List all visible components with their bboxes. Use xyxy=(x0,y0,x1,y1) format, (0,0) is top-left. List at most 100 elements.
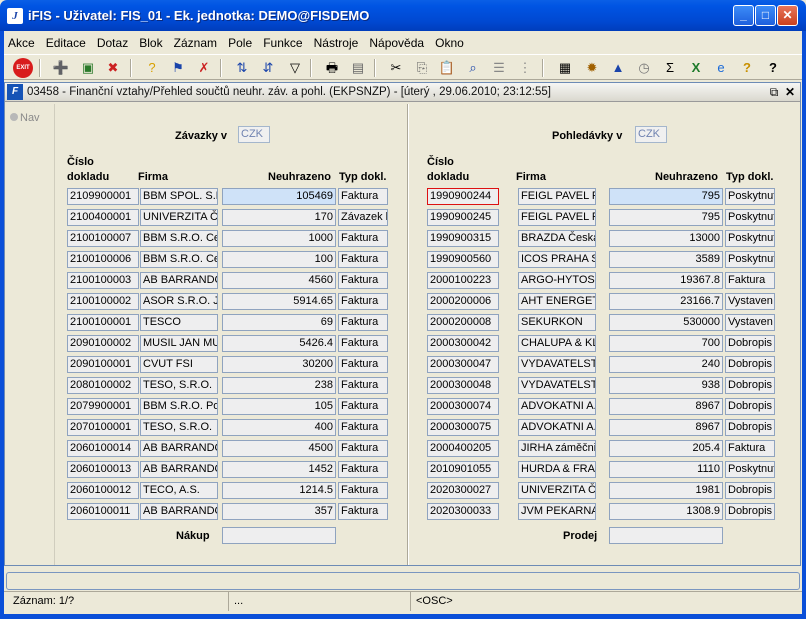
zavazky-cislo-field[interactable]: 2100100001 xyxy=(67,314,139,331)
pohledavky-firma-field[interactable]: AHT ENERGETIKA xyxy=(518,293,596,310)
print-preview-icon[interactable]: ▤ xyxy=(348,58,368,78)
pohledavky-neuhrazeno-field[interactable]: 23166.7 xyxy=(609,293,723,310)
triangle-icon[interactable]: ▲ xyxy=(608,58,628,78)
pohledavky-typ-field[interactable]: Dobropis xyxy=(725,419,775,436)
pohledavky-cislo-field[interactable]: 1990900315 xyxy=(427,230,499,247)
minimize-button[interactable]: _ xyxy=(733,5,754,26)
pohledavky-neuhrazeno-field[interactable]: 1981 xyxy=(609,482,723,499)
menu-dotaz[interactable]: Dotaz xyxy=(93,33,132,50)
pohledavky-typ-field[interactable]: Poskytnut xyxy=(725,251,775,268)
pohledavky-typ-field[interactable]: Dobropis xyxy=(725,356,775,373)
menu-pole[interactable]: Pole xyxy=(224,33,256,50)
pohledavky-firma-field[interactable]: JIRHA záměčnick xyxy=(518,440,596,457)
menu-okno[interactable]: Okno xyxy=(431,33,468,50)
zavazky-cislo-field[interactable]: 2070100001 xyxy=(67,419,139,436)
pohledavky-neuhrazeno-field[interactable]: 205.4 xyxy=(609,440,723,457)
menu-editace[interactable]: Editace xyxy=(42,33,90,50)
pohledavky-firma-field[interactable]: ICOS PRAHA S.R xyxy=(518,251,596,268)
browser-icon[interactable]: e xyxy=(711,58,731,78)
zavazky-cislo-field[interactable]: 2100100002 xyxy=(67,293,139,310)
help-about-icon[interactable]: ? xyxy=(737,58,757,78)
excel-icon[interactable]: X xyxy=(686,58,706,78)
pohledavky-typ-field[interactable]: Faktura xyxy=(725,272,775,289)
pohledavky-typ-field[interactable]: Poskytnut xyxy=(725,230,775,247)
pohledavky-typ-field[interactable]: Dobropis xyxy=(725,335,775,352)
zavazky-cislo-field[interactable]: 2109900001 xyxy=(67,188,139,205)
pohledavky-firma-field[interactable]: ADVOKATNI A.D. xyxy=(518,419,596,436)
pohledavky-typ-field[interactable]: Poskytnut xyxy=(725,461,775,478)
zavazky-typ-field[interactable]: Faktura xyxy=(338,272,388,289)
horizontal-scrollbar[interactable] xyxy=(6,572,800,590)
zavazky-cislo-field[interactable]: 2100100003 xyxy=(67,272,139,289)
pohledavky-total-field[interactable] xyxy=(609,527,723,544)
pohledavky-firma-field[interactable]: VYDAVATELSTV xyxy=(518,377,596,394)
zavazky-firma-field[interactable]: AB BARRANDO xyxy=(140,272,218,289)
zavazky-typ-field[interactable]: Faktura xyxy=(338,356,388,373)
zavazky-cislo-field[interactable]: 2060100011 xyxy=(67,503,139,520)
pohledavky-firma-field[interactable]: HURDA & FRANK xyxy=(518,461,596,478)
save-record-icon[interactable]: ▣ xyxy=(78,58,98,78)
exit-icon[interactable]: EXIT xyxy=(13,58,33,78)
zavazky-typ-field[interactable]: Faktura xyxy=(338,419,388,436)
pohledavky-neuhrazeno-field[interactable]: 8967 xyxy=(609,398,723,415)
pohledavky-typ-field[interactable]: Vystaven xyxy=(725,293,775,310)
pohledavky-firma-field[interactable]: FEIGL PAVEL PHI xyxy=(518,209,596,226)
zavazky-typ-field[interactable]: Závazek k xyxy=(338,209,388,226)
pohledavky-neuhrazeno-field[interactable]: 795 xyxy=(609,209,723,226)
zavazky-neuhrazeno-field[interactable]: 1452 xyxy=(222,461,336,478)
pohledavky-neuhrazeno-field[interactable]: 13000 xyxy=(609,230,723,247)
pohledavky-cislo-field[interactable]: 2000200008 xyxy=(427,314,499,331)
pohledavky-firma-field[interactable]: BRAZDA Česká s xyxy=(518,230,596,247)
zavazky-neuhrazeno-field[interactable]: 100 xyxy=(222,251,336,268)
pohledavky-cislo-field[interactable]: 2010901055 xyxy=(427,461,499,478)
zavazky-typ-field[interactable]: Faktura xyxy=(338,503,388,520)
zavazky-typ-field[interactable]: Faktura xyxy=(338,314,388,331)
paste-icon[interactable]: 📋 xyxy=(437,58,457,78)
filter-icon[interactable]: ▽ xyxy=(285,58,305,78)
pohledavky-neuhrazeno-field[interactable]: 1110 xyxy=(609,461,723,478)
clock-icon[interactable]: ◷ xyxy=(634,58,654,78)
pohledavky-cislo-field[interactable]: 2020300033 xyxy=(427,503,499,520)
pohledavky-cislo-field[interactable]: 2000300048 xyxy=(427,377,499,394)
pohledavky-cislo-field[interactable]: 2000300074 xyxy=(427,398,499,415)
menu-nastroje[interactable]: Nástroje xyxy=(310,33,363,50)
execute-query-icon[interactable]: ⚑ xyxy=(168,58,188,78)
cancel-query-icon[interactable]: ✗ xyxy=(194,58,214,78)
enter-query-icon[interactable]: ? xyxy=(142,58,162,78)
zavazky-neuhrazeno-field[interactable]: 4500 xyxy=(222,440,336,457)
delete-record-icon[interactable]: ✖ xyxy=(103,58,123,78)
zavazky-neuhrazeno-field[interactable]: 238 xyxy=(222,377,336,394)
zavazky-cislo-field[interactable]: 2100400001 xyxy=(67,209,139,226)
zavazky-cislo-field[interactable]: 2100100007 xyxy=(67,230,139,247)
menu-napoveda[interactable]: Nápověda xyxy=(365,33,428,50)
zavazky-typ-field[interactable]: Faktura xyxy=(338,482,388,499)
pohledavky-firma-field[interactable]: FEIGL PAVEL PHI xyxy=(518,188,596,205)
pohledavky-typ-field[interactable]: Faktura xyxy=(725,440,775,457)
close-button[interactable]: ✕ xyxy=(777,5,798,26)
zavazky-neuhrazeno-field[interactable]: 105 xyxy=(222,398,336,415)
zavazky-firma-field[interactable]: MUSIL JAN MUD xyxy=(140,335,218,352)
menu-akce[interactable]: Akce xyxy=(4,33,39,50)
zavazky-typ-field[interactable]: Faktura xyxy=(338,251,388,268)
zavazky-typ-field[interactable]: Faktura xyxy=(338,398,388,415)
pohledavky-cislo-field[interactable]: 1990900245 xyxy=(427,209,499,226)
zavazky-firma-field[interactable]: TECO, A.S. xyxy=(140,482,218,499)
zavazky-typ-field[interactable]: Faktura xyxy=(338,230,388,247)
pohledavky-cislo-field[interactable]: 1990900560 xyxy=(427,251,499,268)
zavazky-firma-field[interactable]: TESCO xyxy=(140,314,218,331)
pohledavky-neuhrazeno-field[interactable]: 19367.8 xyxy=(609,272,723,289)
zavazky-typ-field[interactable]: Faktura xyxy=(338,377,388,394)
pohledavky-typ-field[interactable]: Dobropis xyxy=(725,482,775,499)
zavazky-firma-field[interactable]: BBM S.R.O. Pok xyxy=(140,398,218,415)
window-title-bar[interactable]: J iFIS - Uživatel: FIS_01 - Ek. jednotka… xyxy=(0,0,806,31)
zavazky-neuhrazeno-field[interactable]: 170 xyxy=(222,209,336,226)
sort-ascending-icon[interactable]: ⇅ xyxy=(232,58,252,78)
zavazky-typ-field[interactable]: Faktura xyxy=(338,461,388,478)
pohledavky-typ-field[interactable]: Dobropis xyxy=(725,398,775,415)
menu-zaznam[interactable]: Záznam xyxy=(170,33,221,50)
pohledavky-neuhrazeno-field[interactable]: 3589 xyxy=(609,251,723,268)
settings-icon[interactable]: ✹ xyxy=(582,58,602,78)
pohledavky-firma-field[interactable]: ARGO-HYTOS, A xyxy=(518,272,596,289)
zavazky-total-field[interactable] xyxy=(222,527,336,544)
zavazky-neuhrazeno-field[interactable]: 1214.5 xyxy=(222,482,336,499)
